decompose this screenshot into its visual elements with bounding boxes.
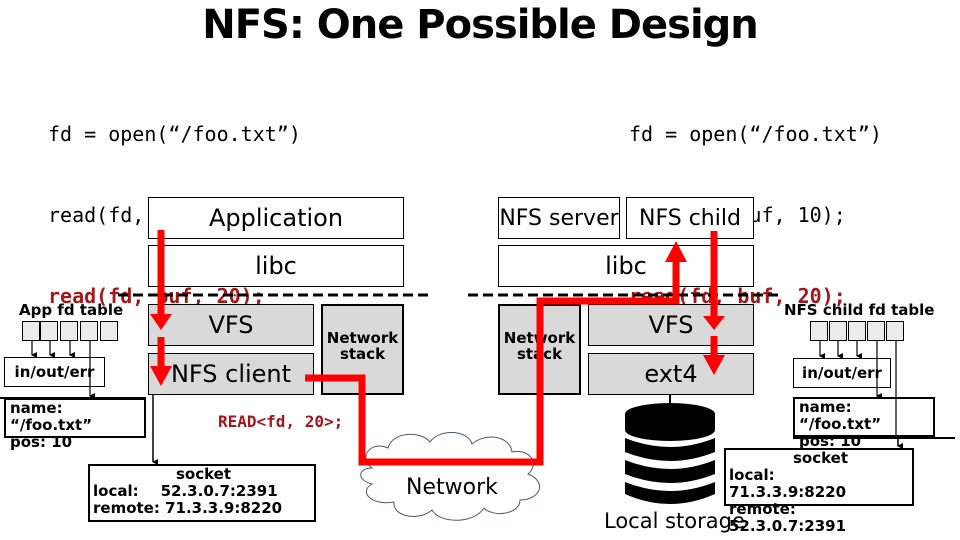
flow-arrowhead bbox=[665, 241, 687, 262]
flow-arrowhead bbox=[703, 355, 725, 375]
client-fd-pointers bbox=[31, 341, 95, 399]
network-label: Network bbox=[406, 475, 498, 500]
local-storage-label: Local storage bbox=[604, 509, 745, 533]
database-icon bbox=[625, 403, 715, 504]
flow-network-to-nfs-child bbox=[305, 260, 680, 466]
flow-arrowhead bbox=[150, 314, 172, 330]
flow-arrowhead bbox=[150, 366, 172, 386]
flow-arrowhead bbox=[703, 316, 725, 330]
diagram-overlay: Local storage Network bbox=[0, 230, 955, 533]
server-fd-pointers bbox=[819, 341, 897, 438]
